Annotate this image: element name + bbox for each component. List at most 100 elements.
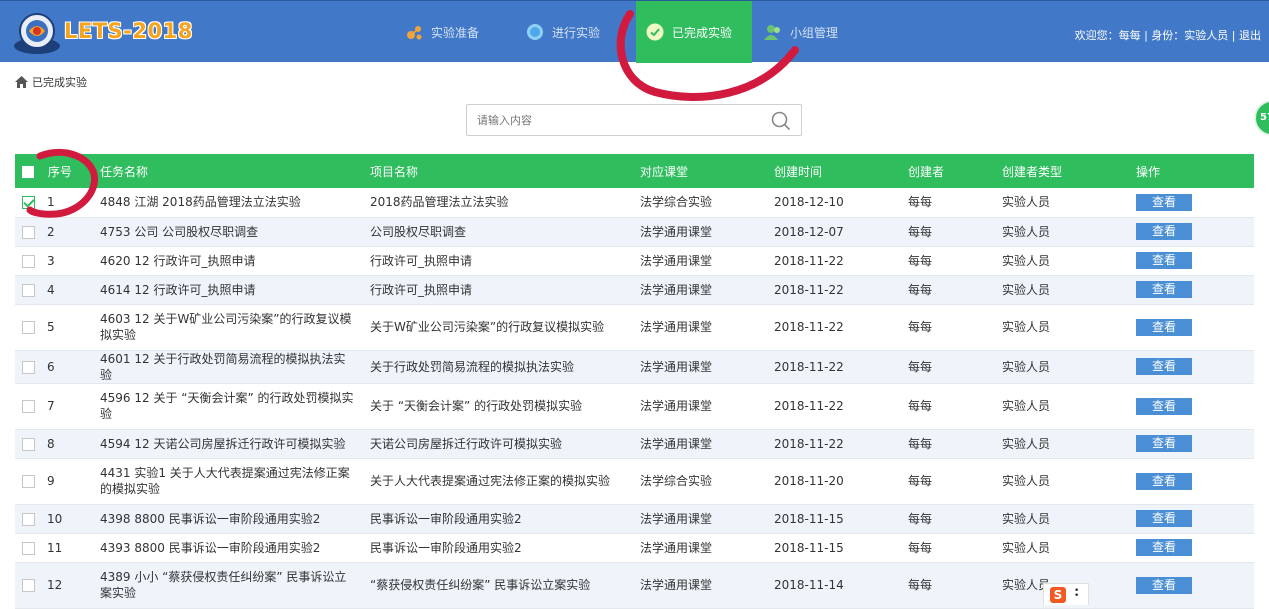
view-button[interactable]: 查看 [1136, 223, 1192, 240]
cell-creator: 每每 [908, 511, 933, 526]
table-row[interactable]: 10 4398 8800 民事诉讼一审阶段通用实验2 民事诉讼一审阶段通用实验2 法学… [15, 504, 1254, 533]
cell-creator: 每每 [908, 282, 933, 297]
cell-date: 2018-12-10 [774, 195, 844, 210]
cell-no: 10 [15, 504, 100, 533]
group-icon [764, 25, 780, 40]
cell-no: 3 [15, 246, 100, 275]
nav-label: 进行实验 [552, 25, 601, 40]
cell-creator-type: 实验人员 [1002, 399, 1051, 413]
table-row[interactable]: 8 4594 12 天诺公司房屋拆迁行政许可模拟实验 天诺公司房屋拆迁行政许可模拟实… [15, 429, 1254, 458]
table-row[interactable]: 7 4596 12 关于 “天衡会计案” 的行政处罚模拟实验 关于 “天衡会计案” … [15, 383, 1254, 429]
cell-action: 查看 [1136, 188, 1254, 217]
table-row[interactable]: 4 4614 12 行政许可_执照申请 行政许可_执照申请 法学通用课堂 2018-11… [15, 275, 1254, 304]
cell-course: 法学综合实验 [640, 195, 713, 210]
header-action: 操作 [1136, 164, 1161, 179]
table-row[interactable]: 9 4431 实验1 关于人大代表提案通过宪法修正案的模拟实验 关于人大代表提案通过… [15, 458, 1254, 504]
cell-no: 5 [15, 304, 100, 350]
sogou-ime-icon[interactable]: S [1050, 587, 1066, 603]
cell-date: 2018-11-22 [774, 320, 844, 334]
cell-course: 法学通用课堂 [640, 224, 713, 239]
view-button[interactable]: 查看 [1136, 472, 1192, 490]
row-checkbox[interactable] [22, 321, 35, 334]
cell-no: 4 [15, 275, 100, 304]
breadcrumb: 已完成实验 [15, 74, 87, 90]
cell-date: 2018-11-20 [774, 474, 844, 488]
cell-creator: 每每 [908, 474, 933, 488]
cell-course: 法学通用课堂 [640, 399, 713, 413]
row-checkbox[interactable] [22, 475, 35, 488]
nav-experiment-prep[interactable]: 实验准备 [405, 1, 515, 63]
cell-project: 关于人大代表提案通过宪法修正案的模拟实验 [370, 474, 611, 488]
search-input[interactable] [467, 105, 757, 135]
view-button[interactable]: 查看 [1136, 252, 1192, 269]
table-row[interactable]: 2 4753 公司 公司股权尽职调查 公司股权尽职调查 法学通用课堂 2018-12-0… [15, 217, 1254, 246]
header-creator: 创建者 [908, 164, 945, 179]
user-info[interactable]: 欢迎您：每每 | 身份：实验人员 | 退出 [1075, 27, 1261, 43]
view-button[interactable]: 查看 [1136, 193, 1192, 211]
table-row[interactable]: 6 4601 12 关于行政处罚简易流程的模拟执法实验 关于行政处罚简易流程的模拟执… [15, 350, 1254, 383]
cell-course: 法学综合实验 [640, 474, 713, 488]
row-checkbox[interactable] [22, 360, 35, 374]
view-button[interactable]: 查看 [1136, 539, 1192, 556]
cell-action: 查看 [1136, 458, 1254, 504]
circle-icon [527, 24, 543, 40]
completed-experiments-table: 序号 任务名称 项目名称 对应课堂 创建时间 创建者 创建者类型 操作 1 484… [15, 154, 1254, 609]
view-button[interactable]: 查看 [1136, 576, 1192, 594]
home-icon[interactable] [15, 76, 28, 88]
cell-creator: 每每 [908, 540, 933, 555]
row-checkbox[interactable] [22, 283, 35, 297]
cell-creator: 每每 [908, 436, 933, 451]
row-number: 3 [47, 253, 55, 268]
select-all-checkbox[interactable] [22, 166, 34, 178]
table-row[interactable]: 1 4848 江湖 2018药品管理法立法实验 2018药品管理法立法实验 法学综合实… [15, 188, 1254, 217]
cell-action: 查看 [1136, 533, 1254, 562]
nav-run-experiment[interactable]: 进行实验 [526, 1, 636, 63]
view-button[interactable]: 查看 [1136, 435, 1192, 452]
view-button[interactable]: 查看 [1136, 358, 1192, 375]
table-row[interactable]: 3 4620 12 行政许可_执照申请 行政许可_执照申请 法学通用课堂 2018-11… [15, 246, 1254, 275]
row-number: 4 [47, 282, 55, 297]
cell-course: 法学通用课堂 [640, 359, 713, 374]
nav-group-management[interactable]: 小组管理 [764, 1, 874, 63]
cell-creator-type: 实验人员 [1002, 511, 1051, 526]
cell-no: 7 [15, 383, 100, 429]
row-checkbox[interactable] [22, 541, 35, 555]
row-checkbox[interactable] [22, 437, 35, 451]
row-checkbox[interactable] [22, 225, 35, 239]
row-checkbox[interactable] [22, 254, 35, 268]
view-button[interactable]: 查看 [1136, 318, 1192, 336]
row-number: 8 [47, 436, 55, 451]
row-number: 2 [47, 224, 55, 239]
table-row[interactable]: 11 4393 8800 民事诉讼一审阶段通用实验2 民事诉讼一审阶段通用实验2 法学… [15, 533, 1254, 562]
header-task: 任务名称 [100, 164, 149, 179]
table-row[interactable]: 5 4603 12 关于W矿业公司污染案”的行政复议模拟实验 关于W矿业公司污染案”… [15, 304, 1254, 350]
nav-label: 实验准备 [431, 25, 480, 40]
cell-course: 法学通用课堂 [640, 436, 713, 451]
row-checkbox[interactable] [22, 196, 35, 210]
search-icon[interactable] [771, 111, 791, 131]
cell-course: 法学通用课堂 [640, 320, 713, 334]
row-checkbox[interactable] [22, 579, 35, 592]
cell-task: 4601 12 关于行政处罚简易流程的模拟执法实验 [100, 351, 346, 382]
cell-course: 法学通用课堂 [640, 253, 713, 268]
row-number: 11 [47, 540, 63, 555]
cell-action: 查看 [1136, 246, 1254, 275]
header-date: 创建时间 [774, 164, 823, 179]
app-logo-text: LETS-2018 [64, 19, 193, 43]
side-float-badge[interactable]: 57 [1254, 100, 1269, 136]
cell-action: 查看 [1136, 383, 1254, 429]
view-button[interactable]: 查看 [1136, 510, 1192, 527]
ime-menu-icon[interactable]: • • [1074, 587, 1079, 601]
cell-project: 行政许可_执照申请 [370, 282, 473, 297]
nav-completed-experiments[interactable]: 已完成实验 [636, 1, 752, 63]
ime-toolbar[interactable]: S • • [1043, 583, 1089, 605]
row-checkbox[interactable] [22, 512, 35, 526]
cell-project: 公司股权尽职调查 [370, 224, 467, 239]
row-checkbox[interactable] [22, 400, 35, 413]
cell-task: 4603 12 关于W矿业公司污染案”的行政复议模拟实验 [100, 312, 352, 342]
cell-task: 4594 12 天诺公司房屋拆迁行政许可模拟实验 [100, 436, 346, 451]
cell-creator-type: 实验人员 [1002, 436, 1051, 451]
cell-task: 4393 8800 民事诉讼一审阶段通用实验2 [100, 540, 321, 555]
view-button[interactable]: 查看 [1136, 397, 1192, 415]
view-button[interactable]: 查看 [1136, 281, 1192, 298]
